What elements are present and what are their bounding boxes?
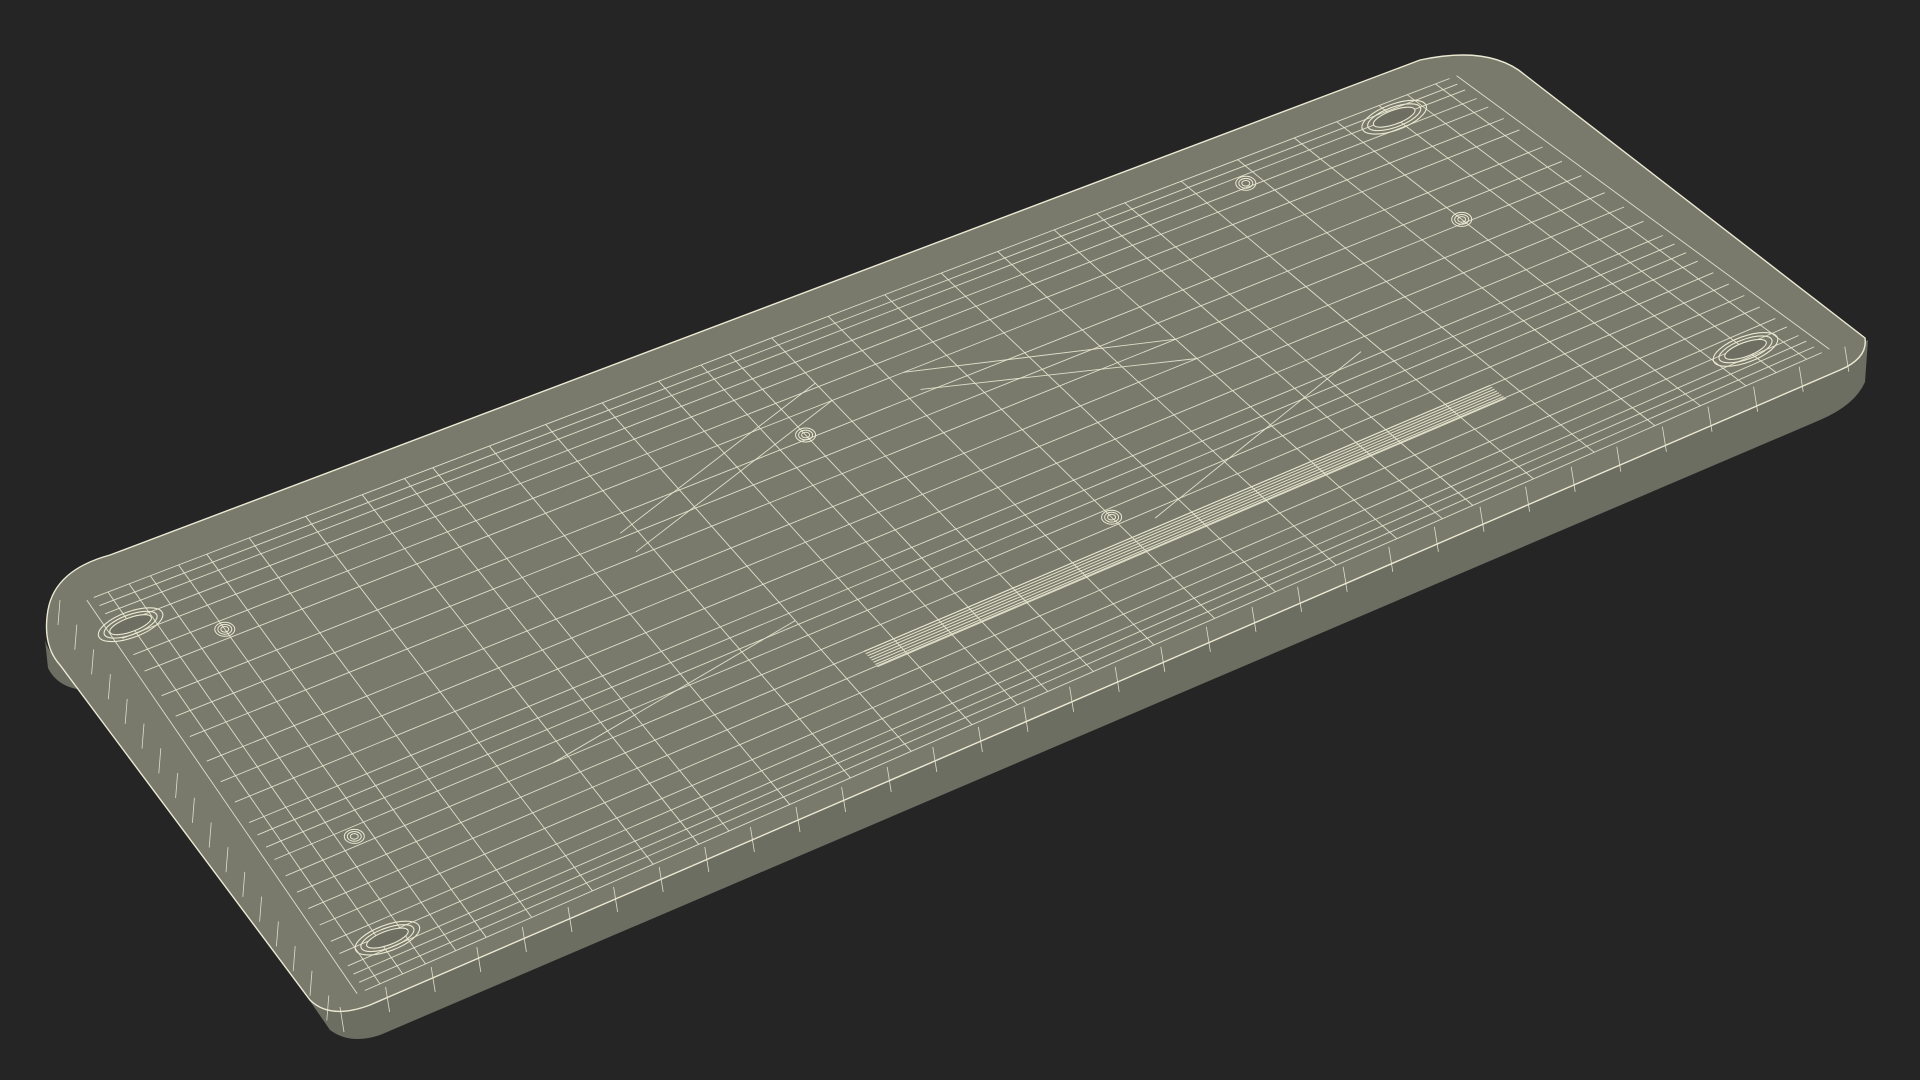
panel-top-face: [45, 54, 1866, 1013]
wireframe-model: [45, 54, 1868, 1039]
render-viewport: [0, 0, 1920, 1080]
